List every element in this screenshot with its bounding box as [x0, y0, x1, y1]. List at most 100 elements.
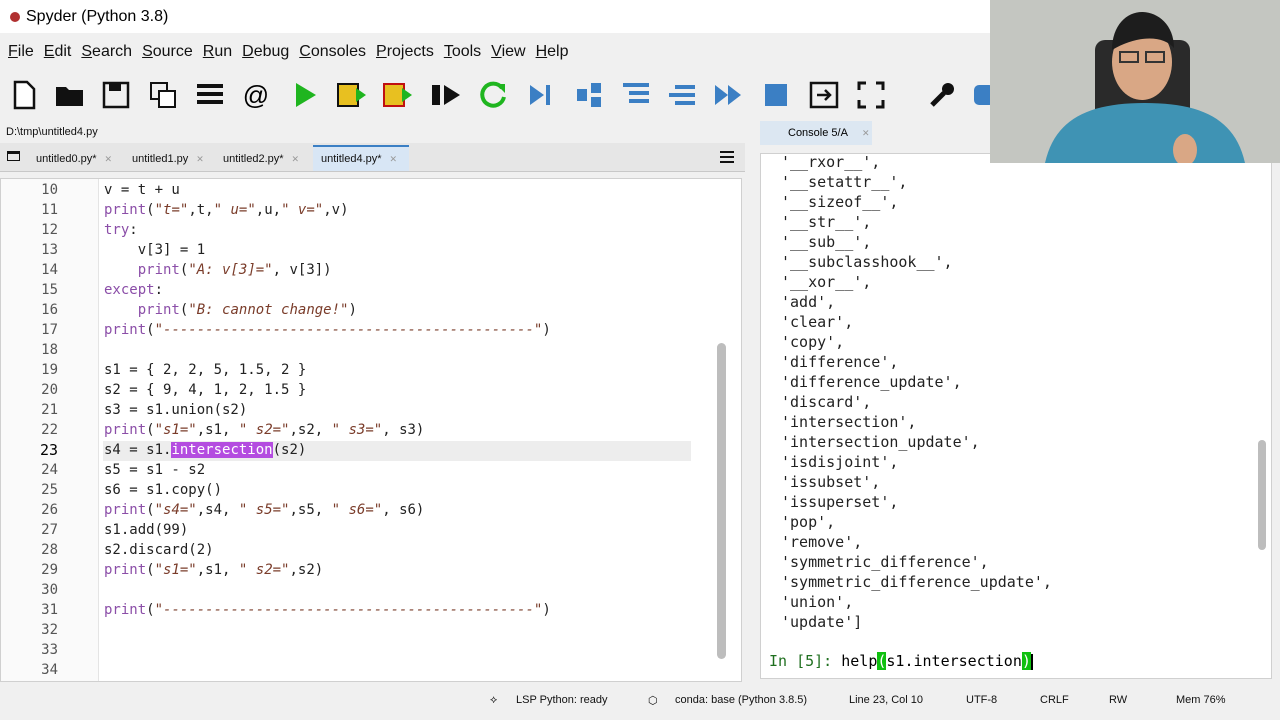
lsp-status[interactable]: LSP Python: ready [516, 694, 608, 706]
menu-view[interactable]: View [491, 43, 525, 61]
presenter-video [990, 0, 1280, 163]
close-icon[interactable]: ✕ [862, 128, 870, 138]
code-line[interactable]: s2 = { 9, 4, 1, 2, 1.5 } [104, 382, 306, 398]
conda-icon: ⬡ [648, 695, 658, 707]
close-icon[interactable]: ✕ [105, 154, 113, 164]
line-number: 24 [41, 462, 58, 478]
open-folder-icon[interactable] [54, 79, 86, 111]
conda-status[interactable]: conda: base (Python 3.8.5) [675, 694, 807, 706]
code-line[interactable]: s5 = s1 - s2 [104, 462, 205, 478]
run-selection-icon[interactable] [430, 79, 462, 111]
menu-consoles[interactable]: Consoles [299, 43, 366, 61]
code-line[interactable]: s1.add(99) [104, 522, 188, 538]
code-line[interactable]: s2.discard(2) [104, 542, 214, 558]
line-number: 13 [41, 242, 58, 258]
code-line[interactable]: v[3] = 1 [104, 242, 205, 258]
at-icon[interactable]: @ [240, 79, 272, 111]
list-icon[interactable] [194, 79, 226, 111]
code-line[interactable]: print("---------------------------------… [104, 602, 551, 618]
step-icon[interactable] [573, 79, 605, 111]
menu-tools[interactable]: Tools [444, 43, 481, 61]
line-number: 20 [41, 382, 58, 398]
line-number: 11 [41, 202, 58, 218]
save-all-icon[interactable] [147, 79, 179, 111]
editor-scrollbar[interactable] [714, 199, 728, 669]
hamburger-menu-icon[interactable] [720, 151, 734, 163]
console-tab[interactable]: Console 5/A ✕ [760, 121, 872, 145]
code-line[interactable]: print("s4=",s4, " s5=",s5, " s6=", s6) [104, 502, 424, 518]
code-editor[interactable]: 10 11 12 13 14 15 16 17 18 19 20 21 22 2… [0, 178, 742, 682]
tab-untitled2[interactable]: untitled2.py* ✕ [215, 147, 299, 171]
stop-icon[interactable] [760, 79, 792, 111]
line-number: 22 [41, 422, 58, 438]
code-line[interactable]: print("B: cannot change!") [104, 302, 357, 318]
line-number: 14 [41, 262, 58, 278]
code-line[interactable]: s4 = s1.intersection(s2) [104, 442, 306, 458]
code-line[interactable]: print("A: v[3]=", v[3]) [104, 262, 332, 278]
console-output-line: '__xor__', [781, 273, 872, 291]
line-number: 29 [41, 562, 58, 578]
spyder-icon [10, 11, 20, 22]
new-file-icon[interactable] [8, 79, 40, 111]
run-cell-icon[interactable] [336, 79, 368, 111]
tab-untitled1[interactable]: untitled1.py ✕ [124, 147, 204, 171]
line-number: 31 [41, 602, 58, 618]
code-line[interactable]: s3 = s1.union(s2) [104, 402, 247, 418]
continue-icon[interactable] [712, 79, 744, 111]
code-line[interactable]: s6 = s1.copy() [104, 482, 222, 498]
wrench-icon[interactable] [926, 79, 958, 111]
step-into-icon[interactable] [620, 79, 652, 111]
window-title: Spyder (Python 3.8) [26, 7, 169, 25]
code-line[interactable]: v = t + u [104, 182, 180, 198]
console-output-line: 'isdisjoint', [781, 453, 899, 471]
run-icon[interactable] [289, 79, 321, 111]
step-return-icon[interactable] [666, 79, 698, 111]
console-output-line: 'intersection_update', [781, 433, 980, 451]
menu-edit[interactable]: Edit [44, 43, 72, 61]
console-output-line: '__sizeof__', [781, 193, 899, 211]
memory-usage: Mem 76% [1176, 694, 1226, 706]
close-icon[interactable]: ✕ [196, 154, 204, 164]
scrollbar-thumb[interactable] [717, 343, 726, 659]
debug-icon[interactable] [524, 79, 556, 111]
maximize-pane-icon[interactable] [808, 79, 840, 111]
tab-untitled4[interactable]: untitled4.py* ✕ [313, 145, 409, 171]
rerun-icon[interactable] [477, 79, 509, 111]
line-number: 18 [41, 342, 58, 358]
line-number: 32 [41, 622, 58, 638]
code-line[interactable]: print("---------------------------------… [104, 322, 551, 338]
close-icon[interactable]: ✕ [292, 154, 300, 164]
console-output-line: 'pop', [781, 513, 836, 531]
ipython-console[interactable]: '__rxor__', '__setattr__', '__sizeof__', '_… [760, 153, 1272, 679]
tab-untitled0[interactable]: untitled0.py* ✕ [28, 147, 112, 171]
save-icon[interactable] [100, 79, 132, 111]
console-scrollbar[interactable] [1257, 162, 1267, 662]
code-line[interactable]: s1 = { 2, 2, 5, 1.5, 2 } [104, 362, 306, 378]
menu-file[interactable]: File [8, 43, 34, 61]
console-output-line: 'difference_update', [781, 373, 962, 391]
console-prompt[interactable]: In [5]: help(s1.intersection) [769, 652, 1033, 670]
code-line[interactable]: except: [104, 282, 163, 298]
menu-debug[interactable]: Debug [242, 43, 289, 61]
line-number: 19 [41, 362, 58, 378]
close-icon[interactable]: ✕ [390, 154, 398, 164]
line-number: 27 [41, 522, 58, 538]
browse-tabs-icon[interactable] [7, 151, 20, 161]
line-number: 15 [41, 282, 58, 298]
run-cell-advance-icon[interactable] [382, 79, 414, 111]
menu-projects[interactable]: Projects [376, 43, 434, 61]
python-icon[interactable] [970, 79, 990, 111]
file-path: D:\tmp\untitled4.py [6, 126, 98, 138]
console-output-line: 'union', [781, 593, 854, 611]
menu-search[interactable]: Search [81, 43, 132, 61]
menu-source[interactable]: Source [142, 43, 193, 61]
fullscreen-icon[interactable] [855, 79, 887, 111]
scrollbar-thumb[interactable] [1258, 440, 1266, 550]
console-output-line: '__str__', [781, 213, 872, 231]
code-line[interactable]: print("s1=",s1, " s2=",s2) [104, 562, 323, 578]
menu-help[interactable]: Help [536, 43, 569, 61]
code-line[interactable]: print("s1=",s1, " s2=",s2, " s3=", s3) [104, 422, 424, 438]
code-line[interactable]: print("t=",t," u=",u," v=",v) [104, 202, 349, 218]
code-line[interactable]: try: [104, 222, 138, 238]
menu-run[interactable]: Run [203, 43, 232, 61]
